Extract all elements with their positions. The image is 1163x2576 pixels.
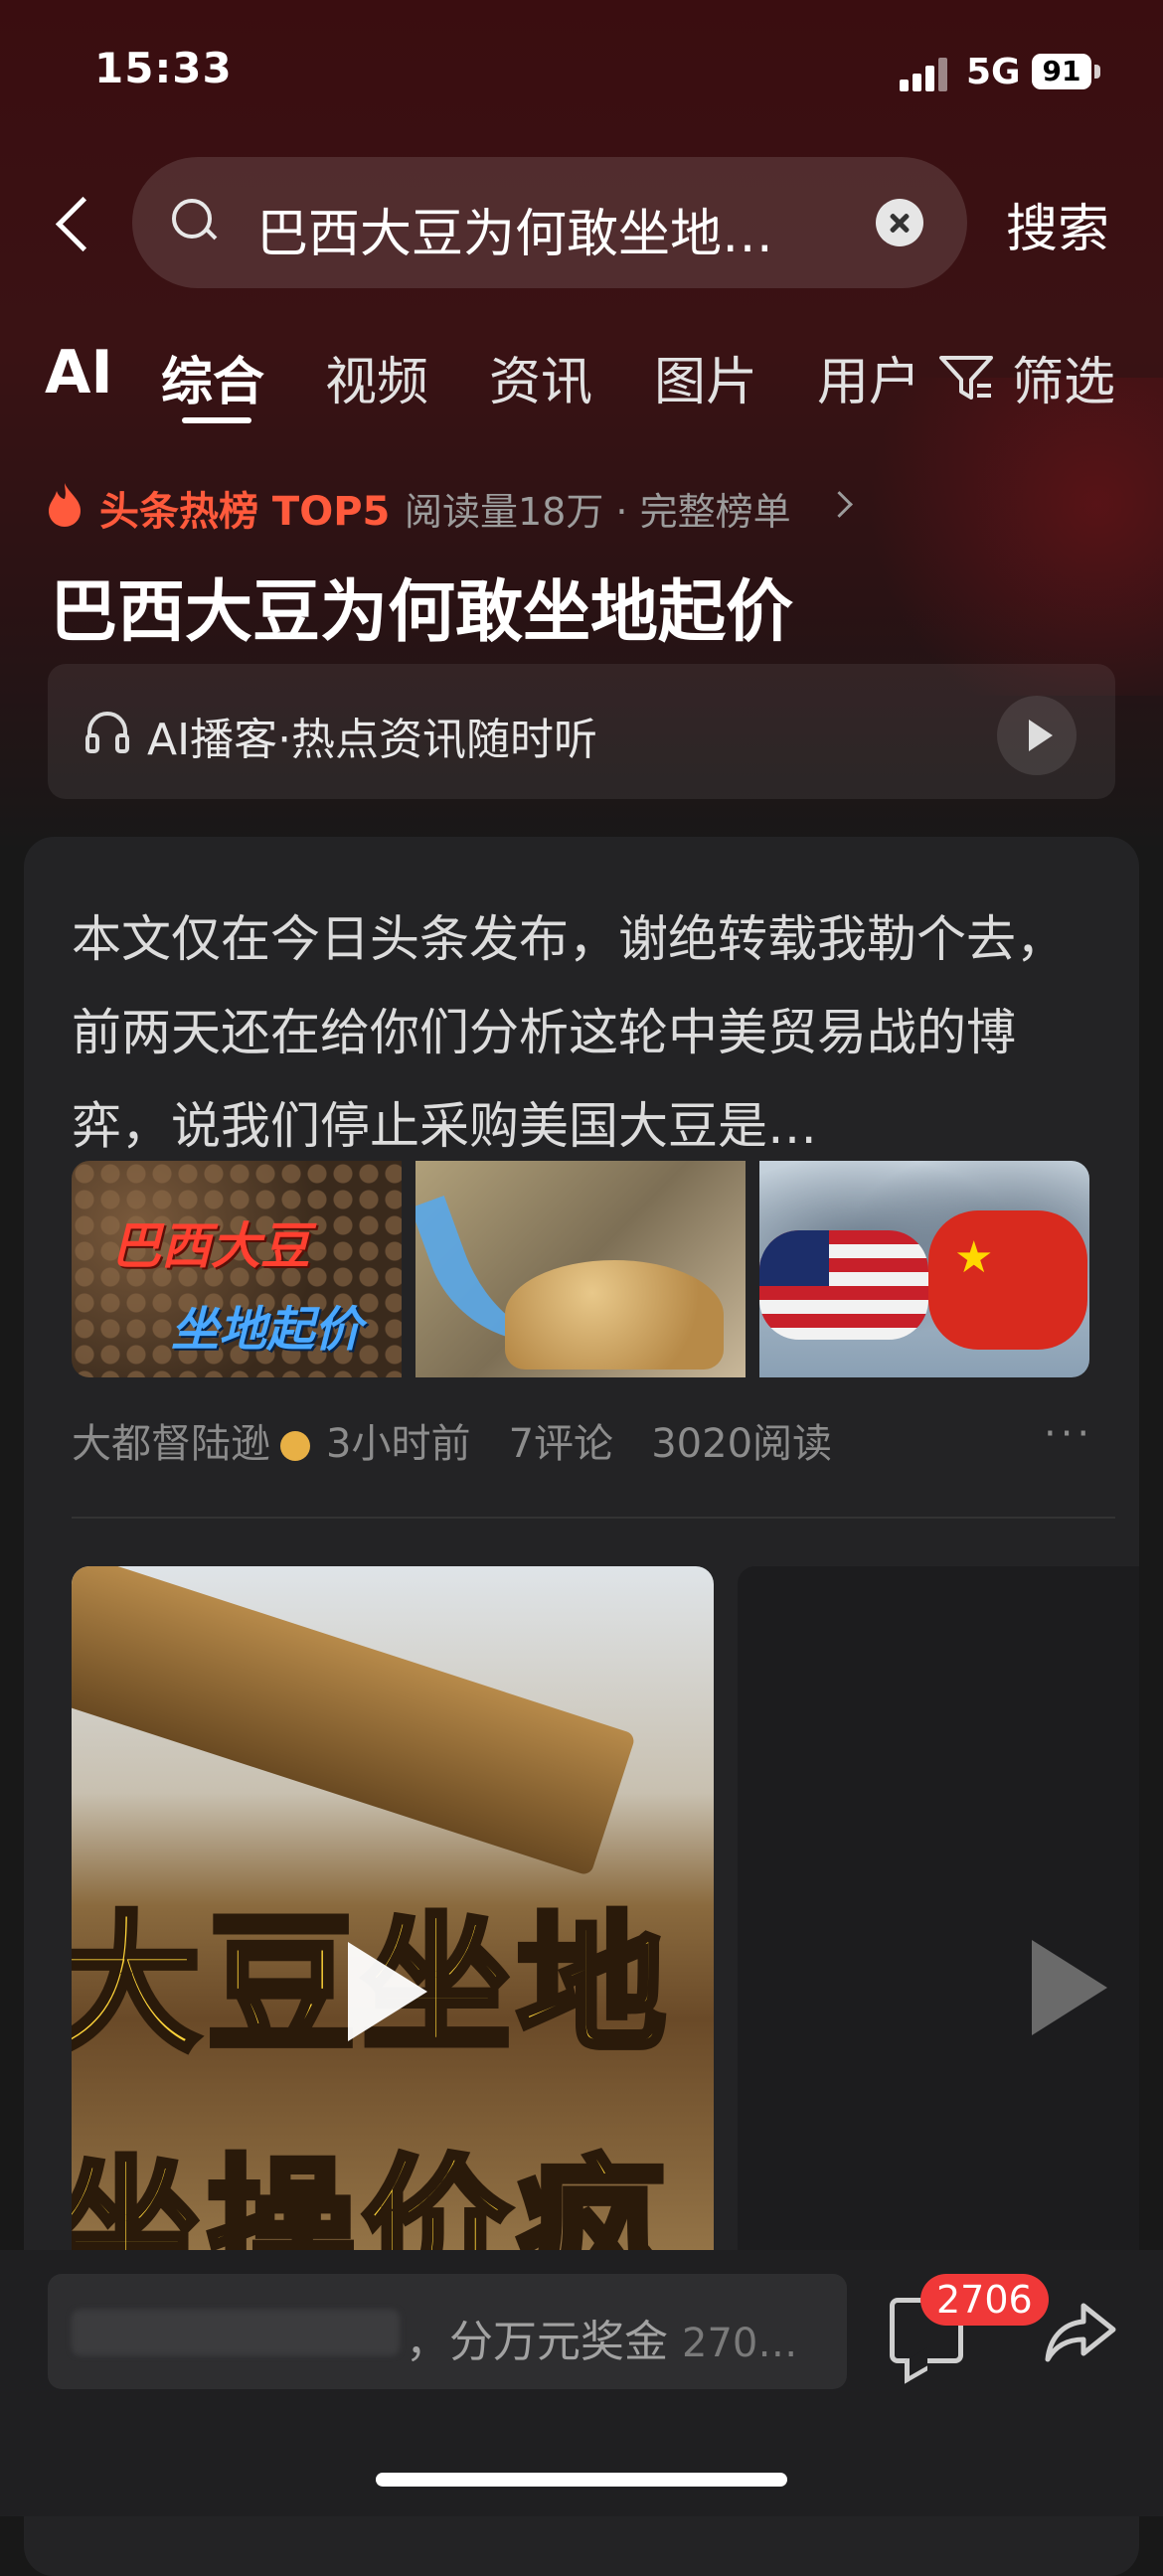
podcast-play-button[interactable]	[997, 696, 1077, 775]
article-image-1[interactable]: 巴西大豆 坐地起价	[72, 1161, 402, 1377]
clear-icon[interactable]	[876, 199, 923, 246]
video-play-icon[interactable]	[348, 1942, 427, 2041]
comment-count-badge: 2706	[920, 2274, 1049, 2326]
flame-icon	[49, 483, 81, 527]
article-comments: 7评论	[508, 1421, 614, 1467]
article-image-3[interactable]: ★	[759, 1161, 1089, 1377]
back-icon[interactable]	[48, 189, 97, 258]
tab-news[interactable]: 资讯	[489, 340, 592, 414]
search-query[interactable]: 巴西大豆为何敢坐地…	[256, 192, 773, 266]
search-button[interactable]: 搜索	[1006, 187, 1109, 261]
podcast-label: AI播客·热点资讯随时听	[147, 715, 598, 765]
tab-active-indicator	[182, 417, 251, 423]
status-time: 15:33	[94, 44, 233, 92]
tab-images[interactable]: 图片	[654, 340, 757, 414]
search-icon	[172, 199, 220, 246]
divider	[72, 1517, 1115, 1519]
verified-badge-icon	[280, 1431, 310, 1461]
ai-podcast-bar[interactable]: AI播客·热点资讯随时听	[48, 664, 1115, 799]
status-bar: 15:33 5G 91	[0, 0, 1163, 139]
author-name[interactable]: 大都督陆逊	[72, 1421, 270, 1467]
video-card-1[interactable]: 大豆坐地 坐操价疯	[72, 1566, 714, 2322]
network-type: 5G	[966, 52, 1021, 92]
topic-title[interactable]: 巴西大豆为何敢坐地起价	[50, 557, 793, 655]
signal-icon	[900, 58, 951, 91]
tab-comprehensive[interactable]: 综合	[161, 340, 264, 414]
thumb-caption-2: 坐地起价	[171, 1302, 363, 1358]
tab-video[interactable]: 视频	[325, 340, 428, 414]
filter-button[interactable]: 筛选	[1012, 340, 1115, 414]
article-excerpt[interactable]: 本文仅在今日头条发布，谢绝转载我勒个去，前两天还在给你们分析这轮中美贸易战的博弈…	[72, 892, 1105, 1173]
search-input[interactable]: 巴西大豆为何敢坐地…	[132, 157, 967, 288]
tab-bar: AI 综合 视频 资讯 图片 用户 筛选	[0, 328, 1163, 427]
video-card-2[interactable]	[738, 1566, 1139, 2322]
hot-board-meta: 阅读量18万 · 完整榜单	[405, 490, 791, 534]
article-meta: 大都督陆逊 3小时前 7评论 3020阅读	[72, 1411, 832, 1469]
tab-users[interactable]: 用户	[817, 340, 916, 414]
tab-ai[interactable]: AI	[45, 338, 113, 407]
home-indicator[interactable]	[376, 2473, 787, 2487]
blurred-text	[72, 2310, 400, 2355]
comment-input[interactable]: ，分万元奖金 270…	[48, 2274, 847, 2389]
comment-placeholder: ，分万元奖金 270…	[406, 2317, 798, 2367]
headphone-icon	[85, 712, 129, 753]
comment-suffix: 270…	[682, 2321, 798, 2366]
filter-icon[interactable]	[937, 352, 995, 402]
article-image-2[interactable]	[415, 1161, 746, 1377]
share-icon[interactable]	[1044, 2300, 1117, 2363]
article-reads: 3020阅读	[651, 1421, 833, 1467]
more-options-icon[interactable]: ···	[1044, 1411, 1093, 1457]
thumb-caption-1: 巴西大豆	[111, 1217, 310, 1275]
video-play-icon-2[interactable]	[1032, 1940, 1107, 2035]
battery-tip	[1094, 65, 1100, 79]
hot-board-label: 头条热榜 TOP5	[99, 489, 391, 535]
article-time: 3小时前	[326, 1421, 471, 1467]
battery-icon: 91	[1032, 54, 1091, 89]
